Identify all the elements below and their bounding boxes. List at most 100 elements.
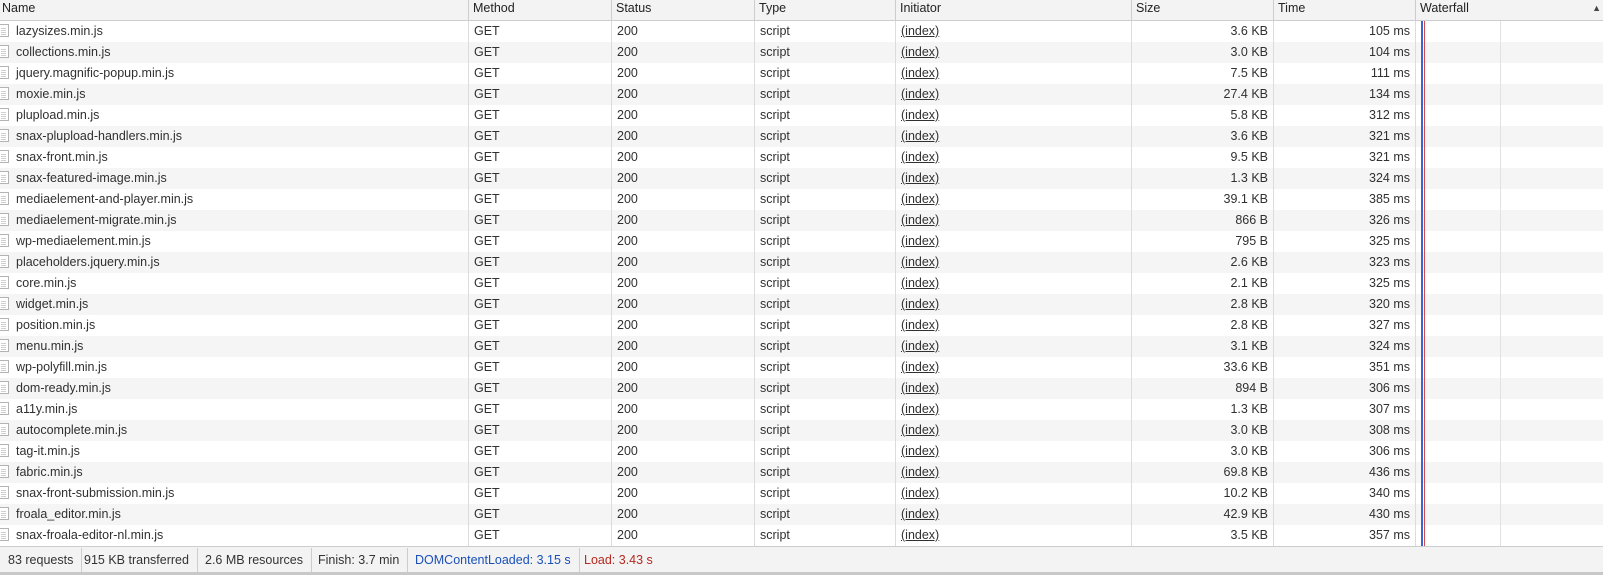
request-row[interactable]: snax-featured-image.min.js GET 200 script (i… [0,168,1603,189]
sort-ascending-icon[interactable]: ▲ [1592,0,1601,16]
column-header-initiator[interactable]: Initiator [895,0,1131,21]
initiator-link[interactable]: (index) [901,276,939,290]
request-row[interactable]: fabric.min.js GET 200 script (index) 69.8 KB 4… [0,462,1603,483]
request-status: 200 [617,87,638,101]
request-row[interactable]: lazysizes.min.js GET 200 script (index) 3.6 K… [0,21,1603,42]
initiator-link[interactable]: (index) [901,150,939,164]
initiator-link[interactable]: (index) [901,402,939,416]
request-size: 3.0 KB [1230,444,1268,458]
column-header-time[interactable]: Time [1273,0,1415,21]
initiator-link[interactable]: (index) [901,528,939,542]
request-row[interactable]: placeholders.jquery.min.js GET 200 script (i… [0,252,1603,273]
request-waterfall-cell[interactable] [1415,231,1603,252]
request-waterfall-cell[interactable] [1415,105,1603,126]
request-row[interactable]: plupload.min.js GET 200 script (index) 5.8 KB… [0,105,1603,126]
request-waterfall-cell[interactable] [1415,357,1603,378]
request-waterfall-cell[interactable] [1415,441,1603,462]
initiator-link[interactable]: (index) [901,129,939,143]
request-waterfall-cell[interactable] [1415,504,1603,525]
request-row[interactable]: widget.min.js GET 200 script (index) 2.8 KB 32… [0,294,1603,315]
request-waterfall-cell[interactable] [1415,84,1603,105]
request-waterfall-cell[interactable] [1415,63,1603,84]
column-header-status[interactable]: Status [611,0,754,21]
request-waterfall-cell[interactable] [1415,315,1603,336]
request-initiator-cell: (index) [895,168,1131,189]
initiator-link[interactable]: (index) [901,234,939,248]
request-row[interactable]: menu.min.js GET 200 script (index) 3.1 KB 324 … [0,336,1603,357]
initiator-link[interactable]: (index) [901,339,939,353]
network-request-list[interactable]: lazysizes.min.js GET 200 script (index) 3.6 K… [0,21,1603,546]
request-row[interactable]: core.min.js GET 200 script (index) 2.1 KB 325 … [0,273,1603,294]
initiator-link[interactable]: (index) [901,213,939,227]
request-row[interactable]: wp-mediaelement.min.js GET 200 script (index… [0,231,1603,252]
request-row[interactable]: mediaelement-migrate.min.js GET 200 script (… [0,210,1603,231]
request-size-cell: 2.8 KB [1131,294,1273,315]
request-waterfall-cell[interactable] [1415,147,1603,168]
request-type-cell: script [754,420,895,441]
request-waterfall-cell[interactable] [1415,483,1603,504]
request-row[interactable]: snax-plupload-handlers.min.js GET 200 scrip… [0,126,1603,147]
initiator-link[interactable]: (index) [901,444,939,458]
request-waterfall-cell[interactable] [1415,336,1603,357]
request-row[interactable]: autocomplete.min.js GET 200 script (index) 3.… [0,420,1603,441]
initiator-link[interactable]: (index) [901,297,939,311]
request-waterfall-cell[interactable] [1415,168,1603,189]
initiator-link[interactable]: (index) [901,108,939,122]
column-header-name[interactable]: Name [0,0,468,21]
request-method: GET [474,171,500,185]
request-row[interactable]: snax-froala-editor-nl.min.js GET 200 script… [0,525,1603,546]
initiator-link[interactable]: (index) [901,381,939,395]
initiator-link[interactable]: (index) [901,318,939,332]
summary-resources: 2.6 MB resources [197,548,312,572]
request-waterfall-cell[interactable] [1415,21,1603,42]
initiator-link[interactable]: (index) [901,87,939,101]
request-status: 200 [617,486,638,500]
request-row[interactable]: jquery.magnific-popup.min.js GET 200 script… [0,63,1603,84]
request-row[interactable]: snax-front-submission.min.js GET 200 script… [0,483,1603,504]
request-row[interactable]: moxie.min.js GET 200 script (index) 27.4 KB 13… [0,84,1603,105]
request-initiator-cell: (index) [895,231,1131,252]
request-waterfall-cell[interactable] [1415,273,1603,294]
initiator-link[interactable]: (index) [901,360,939,374]
initiator-link[interactable]: (index) [901,45,939,59]
request-row[interactable]: mediaelement-and-player.min.js GET 200 scri… [0,189,1603,210]
request-row[interactable]: a11y.min.js GET 200 script (index) 1.3 KB 307 … [0,399,1603,420]
request-row[interactable]: wp-polyfill.min.js GET 200 script (index) 33.… [0,357,1603,378]
initiator-link[interactable]: (index) [901,255,939,269]
request-status-cell: 200 [611,399,754,420]
column-header-waterfall[interactable]: Waterfall ▲ [1415,0,1603,21]
request-waterfall-cell[interactable] [1415,462,1603,483]
request-row[interactable]: collections.min.js GET 200 script (index) 3.0… [0,42,1603,63]
initiator-link[interactable]: (index) [901,171,939,185]
request-waterfall-cell[interactable] [1415,525,1603,546]
column-header-method[interactable]: Method [468,0,611,21]
request-waterfall-cell[interactable] [1415,294,1603,315]
request-status-cell: 200 [611,231,754,252]
initiator-link[interactable]: (index) [901,66,939,80]
request-waterfall-cell[interactable] [1415,378,1603,399]
initiator-link[interactable]: (index) [901,192,939,206]
initiator-link[interactable]: (index) [901,465,939,479]
request-waterfall-cell[interactable] [1415,399,1603,420]
request-initiator-cell: (index) [895,315,1131,336]
request-waterfall-cell[interactable] [1415,126,1603,147]
request-waterfall-cell[interactable] [1415,42,1603,63]
summary-load: Load: 3.43 s [584,553,653,567]
column-header-size[interactable]: Size [1131,0,1273,21]
initiator-link[interactable]: (index) [901,507,939,521]
initiator-link[interactable]: (index) [901,24,939,38]
request-row[interactable]: tag-it.min.js GET 200 script (index) 3.0 KB 30… [0,441,1603,462]
request-row[interactable]: froala_editor.min.js GET 200 script (index) 4… [0,504,1603,525]
request-status-cell: 200 [611,42,754,63]
request-row[interactable]: dom-ready.min.js GET 200 script (index) 894 B… [0,378,1603,399]
request-waterfall-cell[interactable] [1415,189,1603,210]
request-waterfall-cell[interactable] [1415,252,1603,273]
column-header-type[interactable]: Type [754,0,895,21]
request-size: 3.5 KB [1230,528,1268,542]
request-row[interactable]: snax-front.min.js GET 200 script (index) 9.5 … [0,147,1603,168]
initiator-link[interactable]: (index) [901,423,939,437]
initiator-link[interactable]: (index) [901,486,939,500]
request-row[interactable]: position.min.js GET 200 script (index) 2.8 KB… [0,315,1603,336]
request-waterfall-cell[interactable] [1415,210,1603,231]
request-waterfall-cell[interactable] [1415,420,1603,441]
